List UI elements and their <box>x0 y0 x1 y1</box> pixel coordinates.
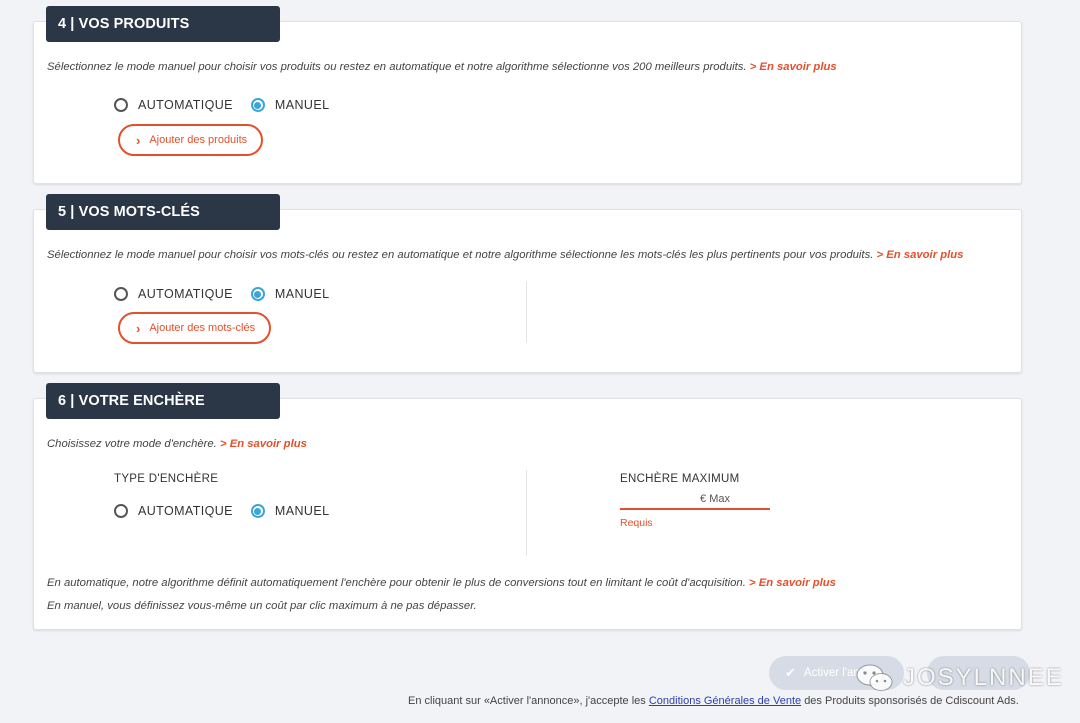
radio-label-automatic: AUTOMATIQUE <box>138 98 233 112</box>
radio-label-manual: MANUEL <box>274 287 330 301</box>
activate-ad-button-label: Activer l'an <box>803 667 860 679</box>
radio-unselected-icon <box>114 98 128 112</box>
radio-unselected-icon <box>114 287 128 301</box>
radio-label-automatic: AUTOMATIQUE <box>138 504 233 518</box>
section-bid-title: 6 | VOTRE ENCHÈRE <box>46 383 280 419</box>
terms-prefix: En cliquant sur «Activer l'annonce», j'a… <box>408 695 646 707</box>
chevron-right-icon: › <box>136 132 141 148</box>
watermark: JOSYLNNEE <box>855 663 1064 693</box>
section-products-learn-more-link[interactable]: > En savoir plus <box>750 61 837 73</box>
section-keywords-description-text: Sélectionnez le mode manuel pour choisir… <box>47 249 874 261</box>
radio-unselected-icon <box>114 504 128 518</box>
section-products-title: 4 | VOS PRODUITS <box>46 6 280 42</box>
add-keywords-button-label: Ajouter des mots-clés <box>149 322 256 334</box>
terms-footer: En cliquant sur «Activer l'annonce», j'a… <box>408 695 1019 707</box>
section-bid-description: Choisissez votre mode d'enchère. > En sa… <box>47 438 307 450</box>
section-products-mode-radio-group: AUTOMATIQUE MANUEL <box>114 95 347 115</box>
section-keywords-learn-more-link[interactable]: > En savoir plus <box>877 249 964 261</box>
section-products-radio-manual[interactable]: MANUEL <box>250 98 330 112</box>
add-keywords-button[interactable]: › Ajouter des mots-clés <box>118 312 272 344</box>
section-keywords-divider <box>526 282 527 342</box>
section-keywords-radio-manual[interactable]: MANUEL <box>250 287 330 301</box>
radio-selected-icon <box>250 504 265 518</box>
bid-auto-note-text: En automatique, notre algorithme définit… <box>47 577 746 589</box>
section-products-description: Sélectionnez le mode manuel pour choisir… <box>47 61 837 73</box>
radio-label-manual: MANUEL <box>274 504 330 518</box>
chevron-right-icon: › <box>136 320 141 336</box>
check-icon: ✔ <box>785 665 796 680</box>
add-products-button-label: Ajouter des produits <box>149 134 248 146</box>
section-products-radio-automatic[interactable]: AUTOMATIQUE <box>114 98 233 112</box>
add-products-button[interactable]: › Ajouter des produits <box>118 124 264 156</box>
bid-type-radio-manual[interactable]: MANUEL <box>250 504 330 518</box>
terms-suffix: des Produits sponsorisés de Cdiscount Ad… <box>804 695 1019 707</box>
radio-selected-icon <box>250 98 265 112</box>
bid-type-radio-group: AUTOMATIQUE MANUEL <box>114 501 347 521</box>
terms-link[interactable]: Conditions Générales de Vente <box>649 695 801 707</box>
bid-manual-note: En manuel, vous définissez vous-même un … <box>47 600 477 612</box>
section-keywords-description: Sélectionnez le mode manuel pour choisir… <box>47 249 963 261</box>
section-products-description-text: Sélectionnez le mode manuel pour choisir… <box>47 61 747 73</box>
bid-auto-note: En automatique, notre algorithme définit… <box>47 577 836 589</box>
section-keywords-radio-automatic[interactable]: AUTOMATIQUE <box>114 287 233 301</box>
section-bid-divider <box>526 470 527 556</box>
wechat-icon <box>856 664 893 691</box>
bid-auto-note-learn-more-link[interactable]: > En savoir plus <box>749 577 836 589</box>
max-bid-input[interactable] <box>620 490 770 510</box>
bid-type-label: TYPE D'ENCHÈRE <box>114 473 219 485</box>
section-bid-learn-more-link[interactable]: > En savoir plus <box>220 438 307 450</box>
watermark-text: JOSYLNNEE <box>903 664 1064 691</box>
radio-label-manual: MANUEL <box>274 98 330 112</box>
section-keywords-mode-radio-group: AUTOMATIQUE MANUEL <box>114 284 347 304</box>
section-bid-description-text: Choisissez votre mode d'enchère. <box>47 438 217 450</box>
bid-type-radio-automatic[interactable]: AUTOMATIQUE <box>114 504 233 518</box>
section-keywords-title: 5 | VOS MOTS-CLÉS <box>46 194 280 230</box>
radio-label-automatic: AUTOMATIQUE <box>138 287 233 301</box>
max-bid-label: ENCHÈRE MAXIMUM <box>620 473 740 485</box>
max-bid-required-error: Requis <box>620 517 653 529</box>
radio-selected-icon <box>250 287 265 301</box>
